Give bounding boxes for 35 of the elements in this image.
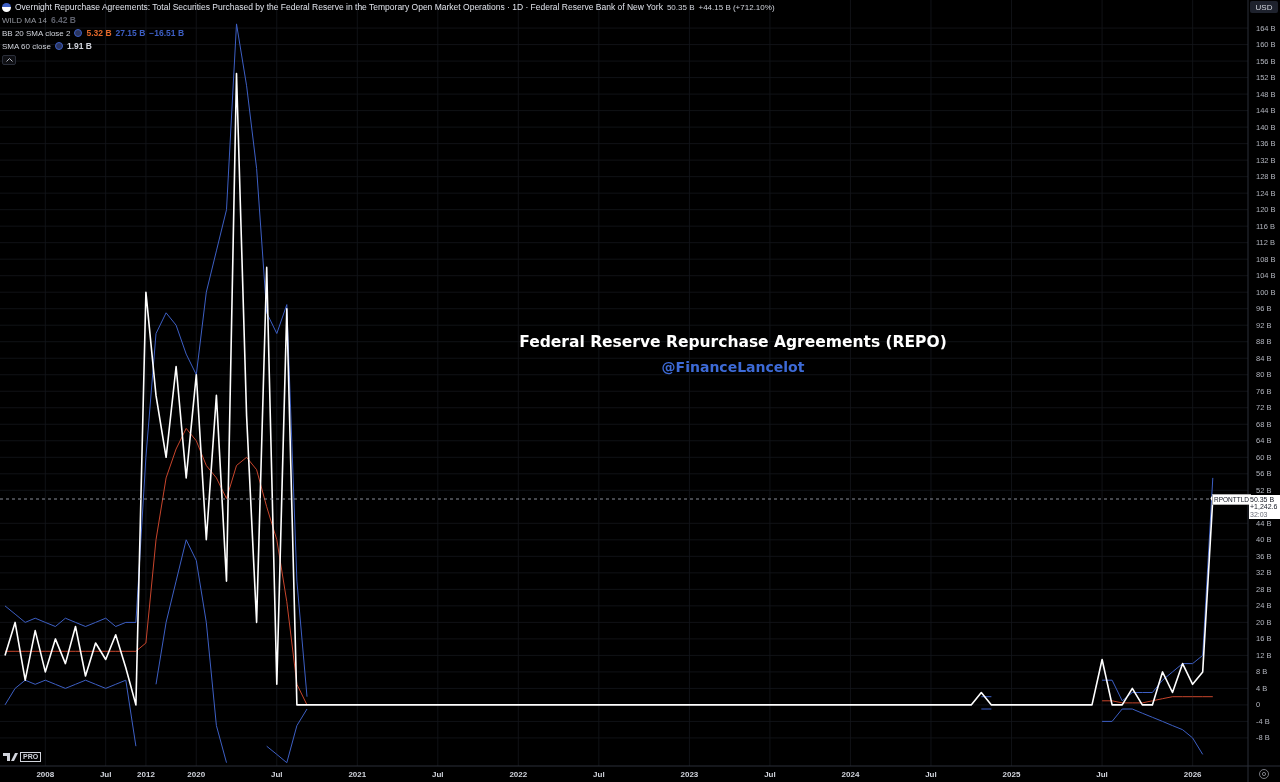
indicator-value: 27.15 B [115, 28, 146, 38]
axis-label: Jul [764, 770, 776, 779]
axis-label: 2026 [1183, 770, 1202, 779]
axis-label: 2024 [841, 770, 860, 779]
axis-label: 2012 [137, 770, 155, 779]
indicator-value: 1.91 B [66, 41, 92, 51]
axis-label: Jul [925, 770, 937, 779]
axis-label: 2025 [1002, 770, 1021, 779]
annotation-title: Federal Reserve Repurchase Agreements (REPO) [519, 333, 947, 351]
axis-label: 2021 [348, 770, 367, 779]
indicator-value: 6.42 B [50, 15, 76, 25]
indicator-name[interactable]: SMA 60 close [2, 41, 51, 51]
change-value: +44.15 B (+712.10%) [698, 2, 775, 12]
currency-button[interactable]: USD [1250, 1, 1278, 13]
annotation-handle: @FinanceLancelot [661, 359, 805, 375]
flag-icon [2, 2, 11, 12]
collapse-button[interactable] [2, 55, 16, 65]
indicator-name[interactable]: BB 20 SMA close 2 [2, 28, 71, 38]
logo-icon [3, 753, 18, 761]
axis-label: Jul [432, 770, 444, 779]
chevron-up-icon [5, 58, 13, 62]
indicator-name[interactable]: WILD MA 14 [2, 15, 47, 25]
indicator-value: 5.32 B [86, 28, 112, 38]
chart-title: Overnight Repurchase Agreements: Total Securities Purchased by the Federal Reserve in the Temporary Open Market Operations · 1D · Federal Reserve Bank of New York [15, 2, 663, 12]
axis-label: 2022 [509, 770, 528, 779]
last-value: 50.35 B [666, 2, 695, 12]
axis-label: Jul [593, 770, 605, 779]
axis-label: 2008 [36, 770, 55, 779]
axis-label: 2020 [187, 770, 206, 779]
axis-label: Jul [1096, 770, 1108, 779]
axis-label: Jul [271, 770, 283, 779]
settings-icon[interactable] [1259, 769, 1269, 779]
axis-label: Jul [99, 770, 112, 779]
indicator-value: −16.51 B [149, 28, 185, 38]
axis-label: 2023 [680, 770, 699, 779]
